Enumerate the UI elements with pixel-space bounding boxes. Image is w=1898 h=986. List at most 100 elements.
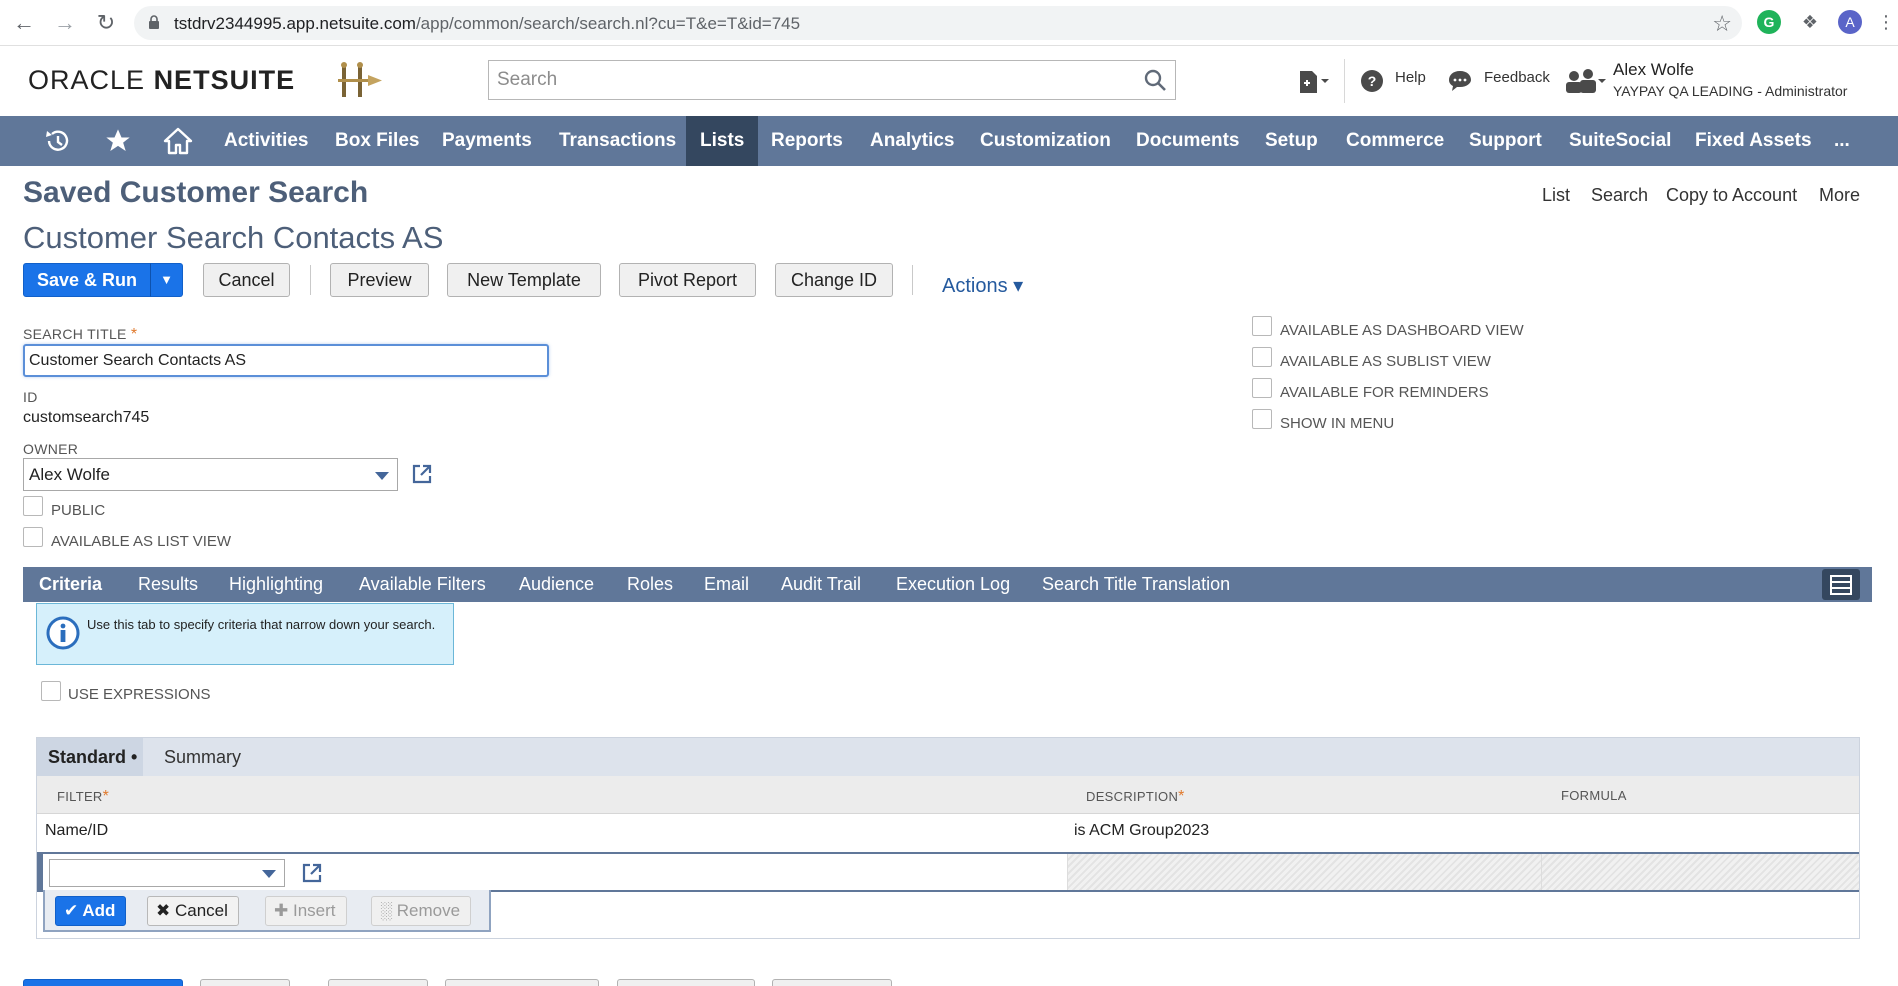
pivot-report-button-bottom[interactable]	[617, 979, 755, 986]
button-separator	[310, 265, 311, 295]
reminders-checkbox[interactable]	[1252, 378, 1272, 398]
remove-button[interactable]: ░ Remove	[371, 896, 472, 926]
forward-arrow-icon[interactable]: →	[52, 10, 78, 36]
tab-summary[interactable]: Summary	[164, 747, 241, 768]
more-link[interactable]: More	[1819, 185, 1860, 206]
owner-select[interactable]: Alex Wolfe	[23, 458, 398, 491]
tab-execution-log[interactable]: Execution Log	[896, 567, 1010, 602]
change-id-button-bottom[interactable]	[772, 979, 892, 986]
profile-avatar[interactable]: A	[1838, 10, 1862, 34]
new-template-button[interactable]: New Template	[447, 263, 601, 297]
browser-menu-icon[interactable]: ⋮	[1874, 10, 1898, 34]
recent-records-icon[interactable]	[36, 116, 80, 166]
actions-menu[interactable]: Actions ▾	[942, 273, 1023, 298]
search-title-input[interactable]	[23, 344, 549, 377]
user-roles-icon[interactable]	[1564, 69, 1608, 95]
nav-reports[interactable]: Reports	[757, 116, 857, 166]
layout-toggle-icon[interactable]	[1822, 569, 1860, 600]
extensions-puzzle-icon[interactable]: ❖	[1798, 10, 1822, 34]
insert-button[interactable]: ✚ Insert	[265, 896, 347, 926]
preview-button-bottom[interactable]	[328, 979, 428, 986]
nav-documents[interactable]: Documents	[1122, 116, 1253, 166]
description-column-header: DESCRIPTION*	[1086, 788, 1185, 805]
address-bar[interactable]: tstdrv2344995.app.netsuite.com/app/commo…	[134, 6, 1742, 40]
formula-edit-cell[interactable]	[1541, 854, 1859, 890]
tab-available-filters[interactable]: Available Filters	[359, 567, 486, 602]
help-icon[interactable]: ?	[1360, 69, 1384, 93]
oracle-netsuite-logo[interactable]: ORACLE NETSUITE	[28, 65, 295, 96]
reload-icon[interactable]: ↻	[93, 10, 119, 36]
save-run-button-bottom[interactable]	[23, 979, 183, 986]
create-new-icon[interactable]	[1296, 69, 1330, 95]
page-title: Saved Customer Search	[23, 176, 369, 209]
owner-value: Alex Wolfe	[29, 465, 110, 484]
nav-transactions[interactable]: Transactions	[545, 116, 690, 166]
reminders-label: AVAILABLE FOR REMINDERS	[1280, 384, 1489, 401]
dashboard-view-label: AVAILABLE AS DASHBOARD VIEW	[1280, 322, 1524, 339]
nav-customization[interactable]: Customization	[966, 116, 1125, 166]
save-run-dropdown-button[interactable]: ▼	[150, 263, 183, 297]
svg-text:?: ?	[1368, 73, 1377, 89]
nav-suitesocial[interactable]: SuiteSocial	[1555, 116, 1685, 166]
search-link[interactable]: Search	[1591, 185, 1648, 206]
sublist-view-checkbox[interactable]	[1252, 347, 1272, 367]
help-link[interactable]: Help	[1395, 69, 1426, 86]
copy-to-account-link[interactable]: Copy to Account	[1666, 185, 1797, 206]
change-id-button[interactable]: Change ID	[775, 263, 893, 297]
dashboard-view-checkbox[interactable]	[1252, 316, 1272, 336]
table-row[interactable]: Name/ID is ACM Group2023	[37, 814, 1859, 848]
search-icon[interactable]	[1143, 68, 1167, 92]
show-in-menu-checkbox[interactable]	[1252, 409, 1272, 429]
description-edit-cell[interactable]	[1067, 854, 1541, 890]
main-navigation: Activities Box Files Payments Transactio…	[0, 116, 1898, 166]
open-external-icon[interactable]	[411, 463, 433, 485]
bookmark-star-icon[interactable]: ☆	[1712, 11, 1732, 37]
nav-lists[interactable]: Lists	[686, 116, 758, 166]
list-view-checkbox[interactable]	[23, 527, 43, 547]
criteria-header-row: FILTER* DESCRIPTION* FORMULA	[37, 776, 1859, 814]
tab-standard[interactable]: Standard •	[48, 747, 137, 768]
nav-commerce[interactable]: Commerce	[1332, 116, 1458, 166]
row-action-buttons: ✔ Add ✖ Cancel ✚ Insert ░ Remove	[43, 890, 491, 932]
home-icon[interactable]	[156, 116, 200, 166]
back-arrow-icon[interactable]: ←	[11, 10, 37, 36]
user-name[interactable]: Alex Wolfe	[1613, 60, 1694, 80]
nav-activities[interactable]: Activities	[210, 116, 322, 166]
add-button[interactable]: ✔ Add	[55, 896, 127, 926]
filter-select[interactable]	[49, 859, 285, 887]
save-run-button[interactable]: Save & Run	[23, 263, 151, 297]
global-search[interactable]	[488, 60, 1176, 100]
open-external-icon[interactable]	[301, 862, 323, 884]
nav-support[interactable]: Support	[1455, 116, 1556, 166]
grammarly-extension-icon[interactable]: G	[1757, 10, 1781, 34]
use-expressions-checkbox[interactable]	[41, 681, 61, 701]
tab-email[interactable]: Email	[704, 567, 749, 602]
public-checkbox[interactable]	[23, 496, 43, 516]
cancel-button[interactable]: Cancel	[203, 263, 290, 297]
list-link[interactable]: List	[1542, 185, 1570, 206]
nav-fixed-assets[interactable]: Fixed Assets	[1681, 116, 1826, 166]
row-cancel-button[interactable]: ✖ Cancel	[147, 896, 239, 926]
tab-audience[interactable]: Audience	[519, 567, 594, 602]
tab-highlighting[interactable]: Highlighting	[229, 567, 323, 602]
preview-button[interactable]: Preview	[330, 263, 429, 297]
nav-payments[interactable]: Payments	[428, 116, 546, 166]
nav-more[interactable]: ...	[1820, 116, 1864, 166]
pivot-report-button[interactable]: Pivot Report	[619, 263, 756, 297]
global-search-input[interactable]	[489, 61, 1129, 99]
tab-audit-trail[interactable]: Audit Trail	[781, 567, 861, 602]
sublist-view-label: AVAILABLE AS SUBLIST VIEW	[1280, 353, 1491, 370]
show-in-menu-label: SHOW IN MENU	[1280, 415, 1395, 432]
feedback-icon[interactable]	[1448, 69, 1472, 93]
favorites-star-icon[interactable]	[96, 116, 140, 166]
cancel-button-bottom[interactable]	[200, 979, 290, 986]
tab-roles[interactable]: Roles	[627, 567, 673, 602]
tab-criteria[interactable]: Criteria	[39, 567, 102, 602]
new-template-button-bottom[interactable]	[445, 979, 599, 986]
nav-analytics[interactable]: Analytics	[856, 116, 968, 166]
nav-setup[interactable]: Setup	[1251, 116, 1332, 166]
feedback-link[interactable]: Feedback	[1484, 69, 1550, 86]
tab-search-title-translation[interactable]: Search Title Translation	[1042, 567, 1230, 602]
tab-results[interactable]: Results	[138, 567, 198, 602]
nav-box-files[interactable]: Box Files	[321, 116, 433, 166]
